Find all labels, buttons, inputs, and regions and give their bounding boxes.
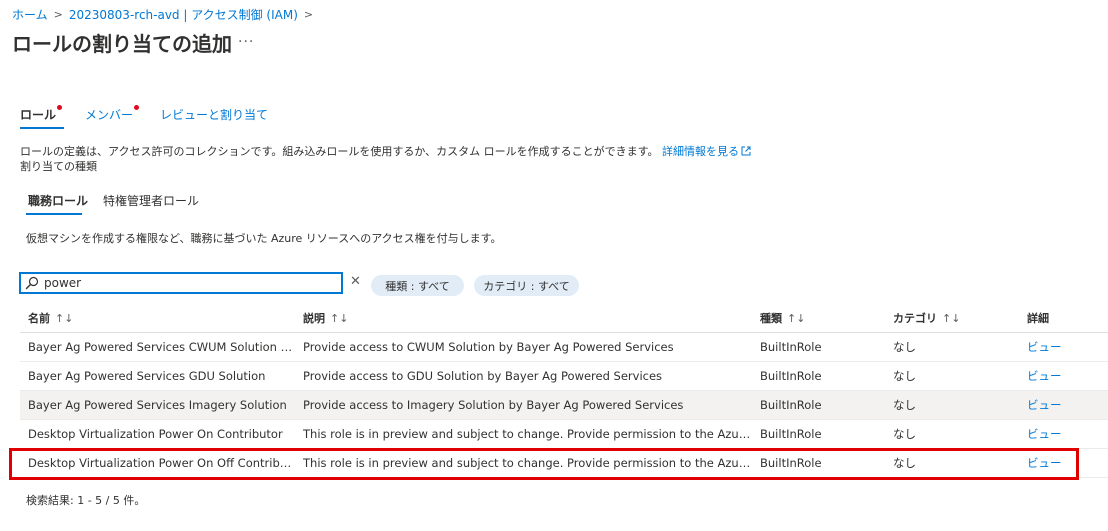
role-type: BuiltInRole — [760, 456, 822, 470]
tab-role[interactable]: ロール — [20, 105, 63, 123]
search-input[interactable] — [39, 275, 324, 291]
role-type: BuiltInRole — [760, 340, 822, 354]
breadcrumb-separator: > — [53, 7, 63, 21]
tab-review-assign-label: レビューと割り当て — [160, 108, 269, 122]
view-details-link[interactable]: ビュー — [1027, 449, 1062, 477]
column-header-category-label: カテゴリ — [893, 312, 937, 325]
results-summary: 検索結果: 1 - 5 / 5 件。 — [26, 494, 146, 507]
subtab-selected-underline — [26, 213, 82, 215]
role-name: Bayer Ag Powered Services GDU Solution — [28, 369, 266, 383]
role-category: なし — [893, 340, 916, 354]
role-name: Desktop Virtualization Power On Off Cont… — [28, 456, 296, 470]
column-header-name-label: 名前 — [28, 312, 50, 325]
search-box[interactable] — [20, 273, 342, 293]
page-title: ロールの割り当ての追加 — [12, 32, 232, 56]
subtab-job-function-roles[interactable]: 職務ロール — [28, 192, 88, 209]
tab-selected-underline — [20, 127, 64, 129]
subtab-privileged-admin-roles[interactable]: 特権管理者ロール — [103, 192, 199, 209]
clear-search-icon[interactable]: ✕ — [350, 274, 361, 289]
more-options-button[interactable]: ··· — [238, 34, 254, 50]
filter-category-pill[interactable]: カテゴリ : すべて — [474, 275, 579, 296]
learn-more-link[interactable]: 詳細情報を見る — [662, 145, 751, 158]
role-name: Bayer Ag Powered Services CWUM Solution … — [28, 340, 296, 354]
table-row[interactable]: Bayer Ag Powered Services GDU Solution P… — [20, 362, 1108, 391]
tab-review-assign[interactable]: レビューと割り当て — [160, 106, 268, 123]
breadcrumb: ホーム > 20230803-rch-avd | アクセス制御 (IAM) > — [12, 5, 319, 23]
tab-members[interactable]: メンバー — [85, 105, 140, 123]
view-details-link[interactable]: ビュー — [1027, 420, 1062, 448]
column-header-category[interactable]: カテゴリ ↑↓ — [893, 310, 960, 326]
column-header-description-label: 説明 — [303, 312, 325, 325]
column-header-details-label: 詳細 — [1027, 312, 1049, 325]
table-row[interactable]: Desktop Virtualization Power On Contribu… — [20, 420, 1108, 449]
filter-type-pill[interactable]: 種類 : すべて — [371, 275, 464, 296]
required-indicator — [134, 105, 140, 110]
table-row[interactable]: Bayer Ag Powered Services CWUM Solution … — [20, 333, 1108, 362]
sort-icon: ↑↓ — [942, 311, 961, 325]
role-category: なし — [893, 427, 916, 441]
assignment-type-label: 割り当ての種類 — [20, 160, 97, 173]
sort-icon: ↑↓ — [787, 311, 806, 325]
role-type: BuiltInRole — [760, 369, 822, 383]
table-row[interactable]: Bayer Ag Powered Services Imagery Soluti… — [20, 391, 1108, 420]
role-type: BuiltInRole — [760, 398, 822, 412]
role-name: Desktop Virtualization Power On Contribu… — [28, 427, 283, 441]
subtab-description: 仮想マシンを作成する権限など、職務に基づいた Azure リソースへのアクセス権… — [26, 232, 502, 245]
role-category: なし — [893, 398, 916, 412]
role-description-text: ロールの定義は、アクセス許可のコレクションです。組み込みロールを使用するか、カス… — [20, 145, 659, 158]
role-description-cell: This role is in preview and subject to c… — [303, 456, 753, 470]
table-row[interactable]: Desktop Virtualization Power On Off Cont… — [20, 449, 1108, 478]
sort-icon: ↑↓ — [330, 311, 349, 325]
role-name: Bayer Ag Powered Services Imagery Soluti… — [28, 398, 287, 412]
view-details-link[interactable]: ビュー — [1027, 333, 1062, 361]
search-icon — [25, 276, 39, 290]
breadcrumb-resource-iam-link[interactable]: 20230803-rch-avd | アクセス制御 (IAM) — [69, 6, 298, 23]
learn-more-label: 詳細情報を見る — [662, 145, 740, 158]
external-link-icon — [741, 146, 751, 156]
required-indicator — [57, 105, 63, 110]
tab-role-label: ロール — [20, 108, 57, 122]
role-description-cell: Provide access to GDU Solution by Bayer … — [303, 369, 663, 383]
role-description-cell: This role is in preview and subject to c… — [303, 427, 753, 441]
column-header-description[interactable]: 説明 ↑↓ — [303, 310, 348, 326]
column-header-type[interactable]: 種類 ↑↓ — [760, 310, 805, 326]
breadcrumb-separator: > — [303, 7, 314, 21]
role-description: ロールの定義は、アクセス許可のコレクションです。組み込みロールを使用するか、カス… — [20, 143, 751, 159]
role-description-cell: Provide access to CWUM Solution by Bayer… — [303, 340, 674, 354]
sort-icon: ↑↓ — [55, 311, 74, 325]
column-header-name[interactable]: 名前 ↑↓ — [28, 310, 73, 326]
role-category: なし — [893, 369, 916, 383]
column-header-details: 詳細 — [1027, 310, 1049, 326]
role-description-cell: Provide access to Imagery Solution by Ba… — [303, 398, 684, 412]
role-category: なし — [893, 456, 916, 470]
tab-members-label: メンバー — [85, 108, 134, 122]
view-details-link[interactable]: ビュー — [1027, 391, 1062, 419]
role-type: BuiltInRole — [760, 427, 822, 441]
column-header-type-label: 種類 — [760, 312, 782, 325]
view-details-link[interactable]: ビュー — [1027, 362, 1062, 390]
breadcrumb-home-link[interactable]: ホーム — [12, 6, 48, 23]
